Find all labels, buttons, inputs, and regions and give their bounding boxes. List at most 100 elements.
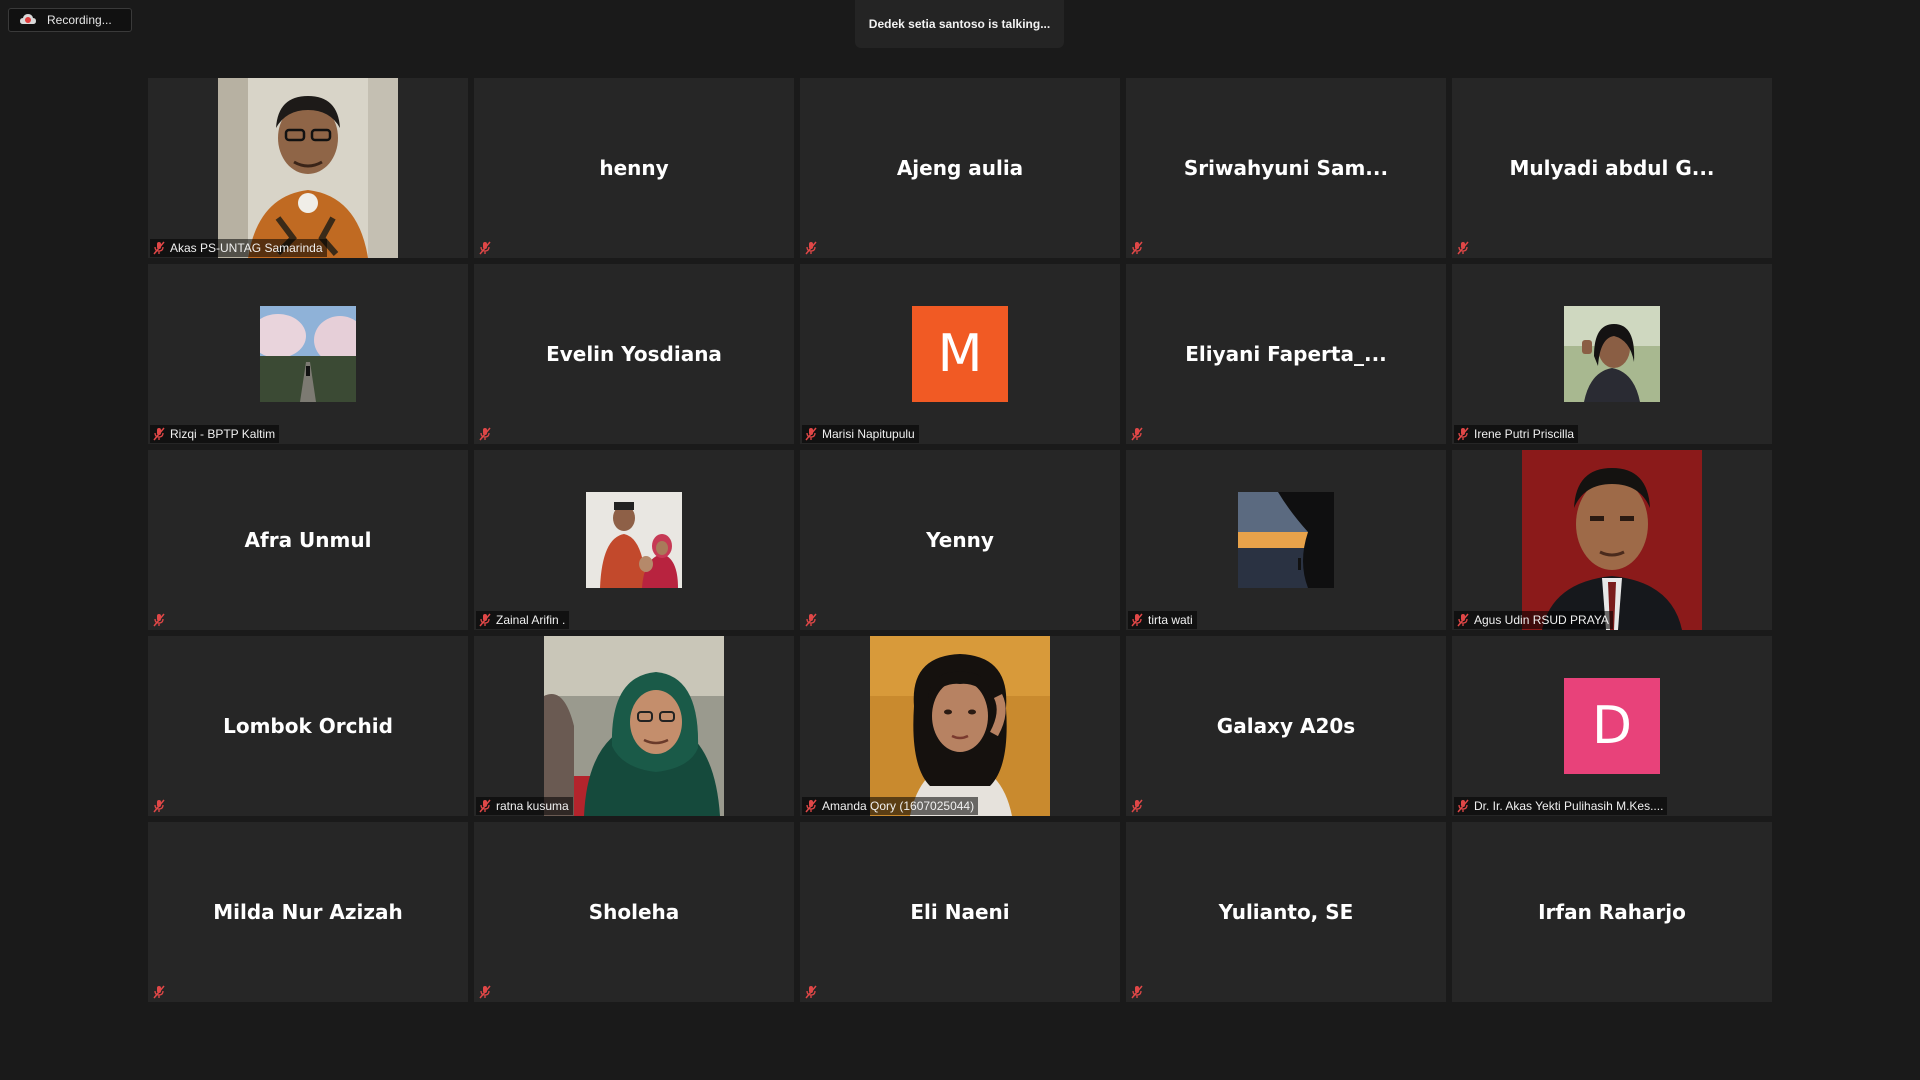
participant-tile[interactable]: Eliyani Faperta_... [1126,264,1446,444]
participant-name: Marisi Napitupulu [822,427,915,441]
mute-status [1454,239,1476,257]
participant-caption: Irene Putri Priscilla [1454,425,1579,443]
participant-tile[interactable]: Galaxy A20s [1126,636,1446,816]
mic-muted-icon [1130,427,1144,441]
mic-muted-icon [152,427,166,441]
participant-display-name: Ajeng aulia [896,156,1024,180]
participant-display-name: Mulyadi abdul G... [1509,156,1715,180]
participant-tile[interactable]: Irfan Raharjo [1452,822,1772,1002]
mic-muted-icon [478,985,492,999]
mic-muted-icon [1130,613,1144,627]
participant-tile[interactable]: Milda Nur Azizah [148,822,468,1002]
participant-name: Akas PS-UNTAG Samarinda [170,241,323,255]
mic-muted-icon [804,799,818,813]
mic-muted-icon [1456,613,1470,627]
participant-display-name: Yenny [926,528,994,552]
participant-caption: Agus Udin RSUD PRAYA [1454,611,1613,629]
mic-muted-icon [478,799,492,813]
participant-name: ratna kusuma [496,799,569,813]
participant-name: Irene Putri Priscilla [1474,427,1575,441]
mute-status [1128,239,1150,257]
participant-tile[interactable]: D Dr. Ir. Akas Yekti Pulihasih M.Kes.... [1452,636,1772,816]
participant-tile[interactable]: Amanda Qory (1607025044) [800,636,1120,816]
mic-muted-icon [1456,799,1470,813]
participant-tile[interactable]: Mulyadi abdul G... [1452,78,1772,258]
mic-muted-icon [478,241,492,255]
participant-tile[interactable]: henny [474,78,794,258]
participant-name: tirta wati [1148,613,1193,627]
participant-tile[interactable]: Sriwahyuni Sam... [1126,78,1446,258]
active-speaker-text: Dedek setia santoso is talking... [868,17,1051,31]
mic-muted-icon [152,985,166,999]
participant-tile[interactable]: Rizqi - BPTP Kaltim [148,264,468,444]
participant-caption: Dr. Ir. Akas Yekti Pulihasih M.Kes.... [1454,797,1668,815]
participant-name: Rizqi - BPTP Kaltim [170,427,276,441]
participant-display-name: Galaxy A20s [1216,714,1356,738]
cloud-record-icon [19,13,37,27]
participant-tile[interactable]: M Marisi Napitupulu [800,264,1120,444]
profile-picture [260,306,356,402]
mute-status [1128,983,1150,1001]
mic-muted-icon [804,985,818,999]
mic-muted-icon [152,241,166,255]
participant-caption: Amanda Qory (1607025044) [802,797,979,815]
participant-tile[interactable]: tirta wati [1126,450,1446,630]
profile-picture [586,492,682,588]
participant-tile[interactable]: Zainal Arifin . [474,450,794,630]
recording-label: Recording... [47,13,112,27]
participant-display-name: Afra Unmul [244,528,372,552]
participant-name: Dr. Ir. Akas Yekti Pulihasih M.Kes.... [1474,799,1664,813]
participant-tile[interactable]: ratna kusuma [474,636,794,816]
participant-tile[interactable]: Yenny [800,450,1120,630]
participant-tile[interactable]: Sholeha [474,822,794,1002]
mute-status [802,983,824,1001]
active-speaker-banner: Dedek setia santoso is talking... [855,0,1064,48]
participant-caption: Zainal Arifin . [476,611,570,629]
mic-muted-icon [804,613,818,627]
participant-name: Amanda Qory (1607025044) [822,799,975,813]
mic-muted-icon [804,427,818,441]
mute-status [1128,425,1150,443]
participant-display-name: Yulianto, SE [1218,900,1354,924]
participant-display-name: Irfan Raharjo [1538,900,1686,924]
participant-display-name: Eliyani Faperta_... [1185,342,1387,366]
participant-tile[interactable]: Lombok Orchid [148,636,468,816]
video-feed [870,636,1050,816]
participant-caption: tirta wati [1128,611,1197,629]
participant-caption: Rizqi - BPTP Kaltim [150,425,280,443]
participant-display-name: Milda Nur Azizah [213,900,403,924]
recording-indicator[interactable]: Recording... [8,8,132,32]
participant-display-name: Evelin Yosdiana [546,342,722,366]
mute-status [150,797,172,815]
participant-tile[interactable]: Yulianto, SE [1126,822,1446,1002]
video-feed [1522,450,1702,630]
participant-caption: ratna kusuma [476,797,573,815]
participant-display-name: henny [599,156,669,180]
participant-tile[interactable]: Akas PS-UNTAG Samarinda [148,78,468,258]
participant-tile[interactable]: Evelin Yosdiana [474,264,794,444]
mute-status [476,983,498,1001]
mute-status [476,239,498,257]
participant-tile[interactable]: Irene Putri Priscilla [1452,264,1772,444]
participant-tile[interactable]: Afra Unmul [148,450,468,630]
mic-muted-icon [1456,427,1470,441]
avatar: M [912,306,1008,402]
mute-status [150,611,172,629]
mute-status [476,425,498,443]
participant-caption: Akas PS-UNTAG Samarinda [150,239,327,257]
video-feed [544,636,724,816]
mic-muted-icon [152,799,166,813]
participant-display-name: Lombok Orchid [223,714,393,738]
participant-display-name: Eli Naeni [910,900,1010,924]
mute-status [802,611,824,629]
participant-tile[interactable]: Agus Udin RSUD PRAYA [1452,450,1772,630]
mic-muted-icon [804,241,818,255]
profile-picture [1564,306,1660,402]
participant-tile[interactable]: Eli Naeni [800,822,1120,1002]
participant-tile[interactable]: Ajeng aulia [800,78,1120,258]
gallery-grid: Akas PS-UNTAG Samarinda henny Ajeng auli… [148,78,1772,1002]
mic-muted-icon [478,613,492,627]
participant-caption: Marisi Napitupulu [802,425,919,443]
profile-picture [1238,492,1334,588]
mic-muted-icon [1456,241,1470,255]
